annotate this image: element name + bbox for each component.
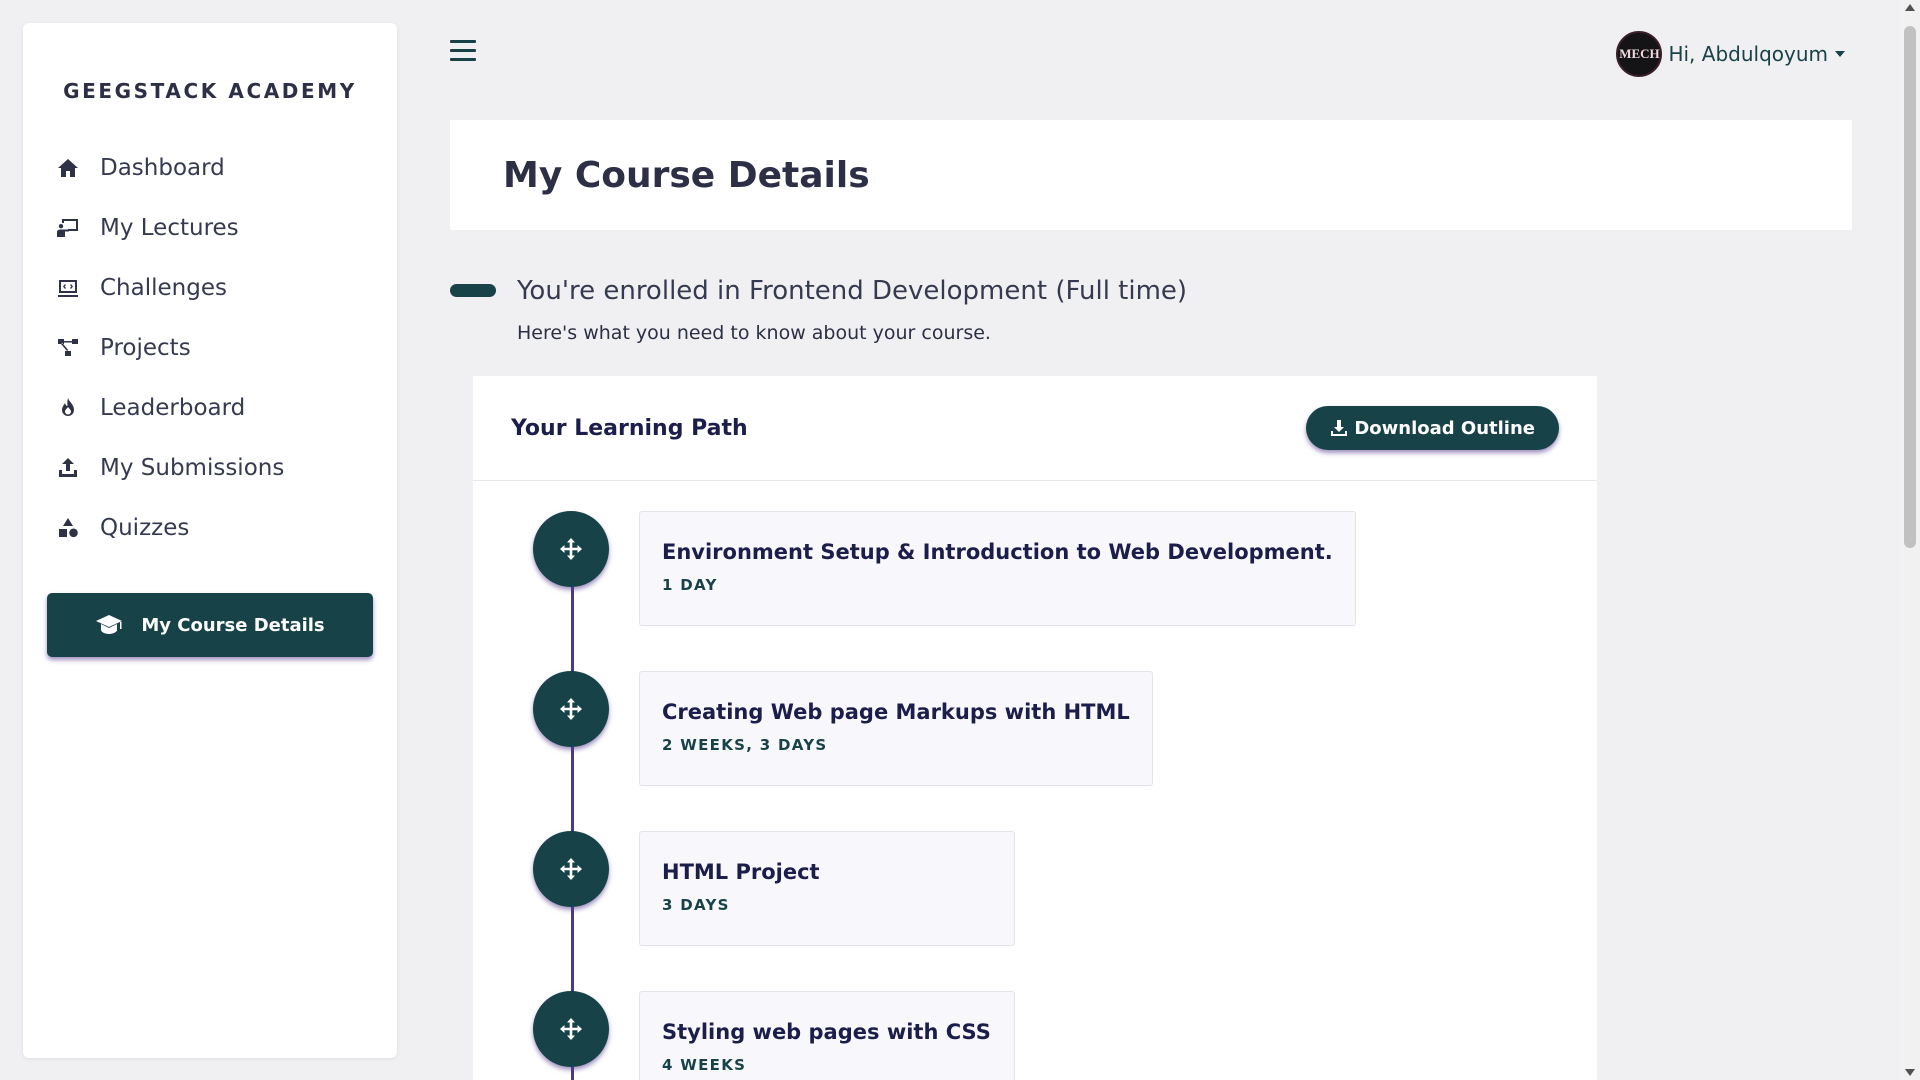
timeline-node xyxy=(533,671,609,747)
brand-logo-text: GEEGSTACK ACADEMY xyxy=(63,79,357,103)
step-title: Styling web pages with CSS xyxy=(662,1020,991,1044)
download-outline-label: Download Outline xyxy=(1354,417,1535,439)
page-title: My Course Details xyxy=(503,154,870,196)
step-duration: 2 WEEKS, 3 DAYS xyxy=(662,736,828,754)
enrollment-title: You're enrolled in Frontend Development … xyxy=(517,276,1188,306)
timeline-step-card[interactable]: Creating Web page Markups with HTML 2 WE… xyxy=(639,671,1153,786)
timeline-node xyxy=(533,991,609,1067)
step-duration: 3 DAYS xyxy=(662,896,730,914)
my-course-details-label: My Course Details xyxy=(141,614,325,636)
chevron-down-icon xyxy=(1835,51,1845,57)
hamburger-icon[interactable] xyxy=(450,40,476,64)
home-icon xyxy=(56,156,80,180)
fire-icon xyxy=(56,396,80,420)
enrollment-subtitle: Here's what you need to know about your … xyxy=(517,322,991,344)
step-title: Creating Web page Markups with HTML xyxy=(662,700,1130,724)
timeline-step-card[interactable]: Environment Setup & Introduction to Web … xyxy=(639,511,1356,626)
page-scrollbar[interactable] xyxy=(1900,0,1920,1080)
move-arrows-icon xyxy=(560,698,582,720)
sidebar-item-label: My Lectures xyxy=(100,215,239,241)
avatar: MECH xyxy=(1616,31,1663,77)
sidebar-nav: Dashboard My Lectures Challenges Project… xyxy=(23,138,397,558)
scroll-down-arrow-icon[interactable] xyxy=(1905,1069,1915,1076)
step-duration: 4 WEEKS xyxy=(662,1056,747,1074)
step-title: Environment Setup & Introduction to Web … xyxy=(662,540,1333,564)
upload-icon xyxy=(56,456,80,480)
sidebar-item-label: Projects xyxy=(100,335,191,361)
sidebar-item-projects[interactable]: Projects xyxy=(23,318,397,378)
step-title: HTML Project xyxy=(662,860,820,884)
sidebar-item-my-submissions[interactable]: My Submissions xyxy=(23,438,397,498)
user-greeting: Hi, Abdulqoyum xyxy=(1668,42,1828,66)
scroll-up-arrow-icon[interactable] xyxy=(1905,4,1915,11)
timeline-node xyxy=(533,511,609,587)
sidebar-item-label: Quizzes xyxy=(100,515,190,541)
learning-path-header: Your Learning Path Download Outline xyxy=(473,376,1597,481)
timeline-node xyxy=(533,831,609,907)
challenge-icon xyxy=(56,276,80,300)
graduation-cap-icon xyxy=(96,615,123,634)
sidebar-item-label: Dashboard xyxy=(100,155,225,181)
timeline-step-card[interactable]: HTML Project 3 DAYS xyxy=(639,831,1015,946)
learning-path-card: Your Learning Path Download Outline Envi… xyxy=(473,376,1597,1080)
download-outline-button[interactable]: Download Outline xyxy=(1306,406,1559,450)
move-arrows-icon xyxy=(560,538,582,560)
lecture-icon xyxy=(56,216,80,240)
download-icon xyxy=(1331,420,1348,436)
sidebar-item-label: Challenges xyxy=(100,275,227,301)
sidebar-item-label: Leaderboard xyxy=(100,395,246,421)
scrollbar-thumb[interactable] xyxy=(1904,26,1916,548)
move-arrows-icon xyxy=(560,858,582,880)
sidebar-item-leaderboard[interactable]: Leaderboard xyxy=(23,378,397,438)
page-header: My Course Details xyxy=(450,120,1852,230)
learning-path-title: Your Learning Path xyxy=(511,415,748,441)
user-menu-dropdown[interactable]: MECH Hi, Abdulqoyum xyxy=(1616,30,1845,78)
shapes-icon xyxy=(56,516,80,540)
projects-icon xyxy=(56,336,80,360)
sidebar-item-quizzes[interactable]: Quizzes xyxy=(23,498,397,558)
section-marker xyxy=(450,284,496,297)
move-arrows-icon xyxy=(560,1018,582,1040)
timeline-step-card[interactable]: Styling web pages with CSS 4 WEEKS xyxy=(639,991,1015,1080)
sidebar-item-my-lectures[interactable]: My Lectures xyxy=(23,198,397,258)
sidebar: GEEGSTACK ACADEMY Dashboard My Lectures … xyxy=(23,23,397,1058)
step-duration: 1 DAY xyxy=(662,576,718,594)
my-course-details-button[interactable]: My Course Details xyxy=(47,593,373,657)
sidebar-item-dashboard[interactable]: Dashboard xyxy=(23,138,397,198)
sidebar-item-label: My Submissions xyxy=(100,455,285,481)
sidebar-item-challenges[interactable]: Challenges xyxy=(23,258,397,318)
